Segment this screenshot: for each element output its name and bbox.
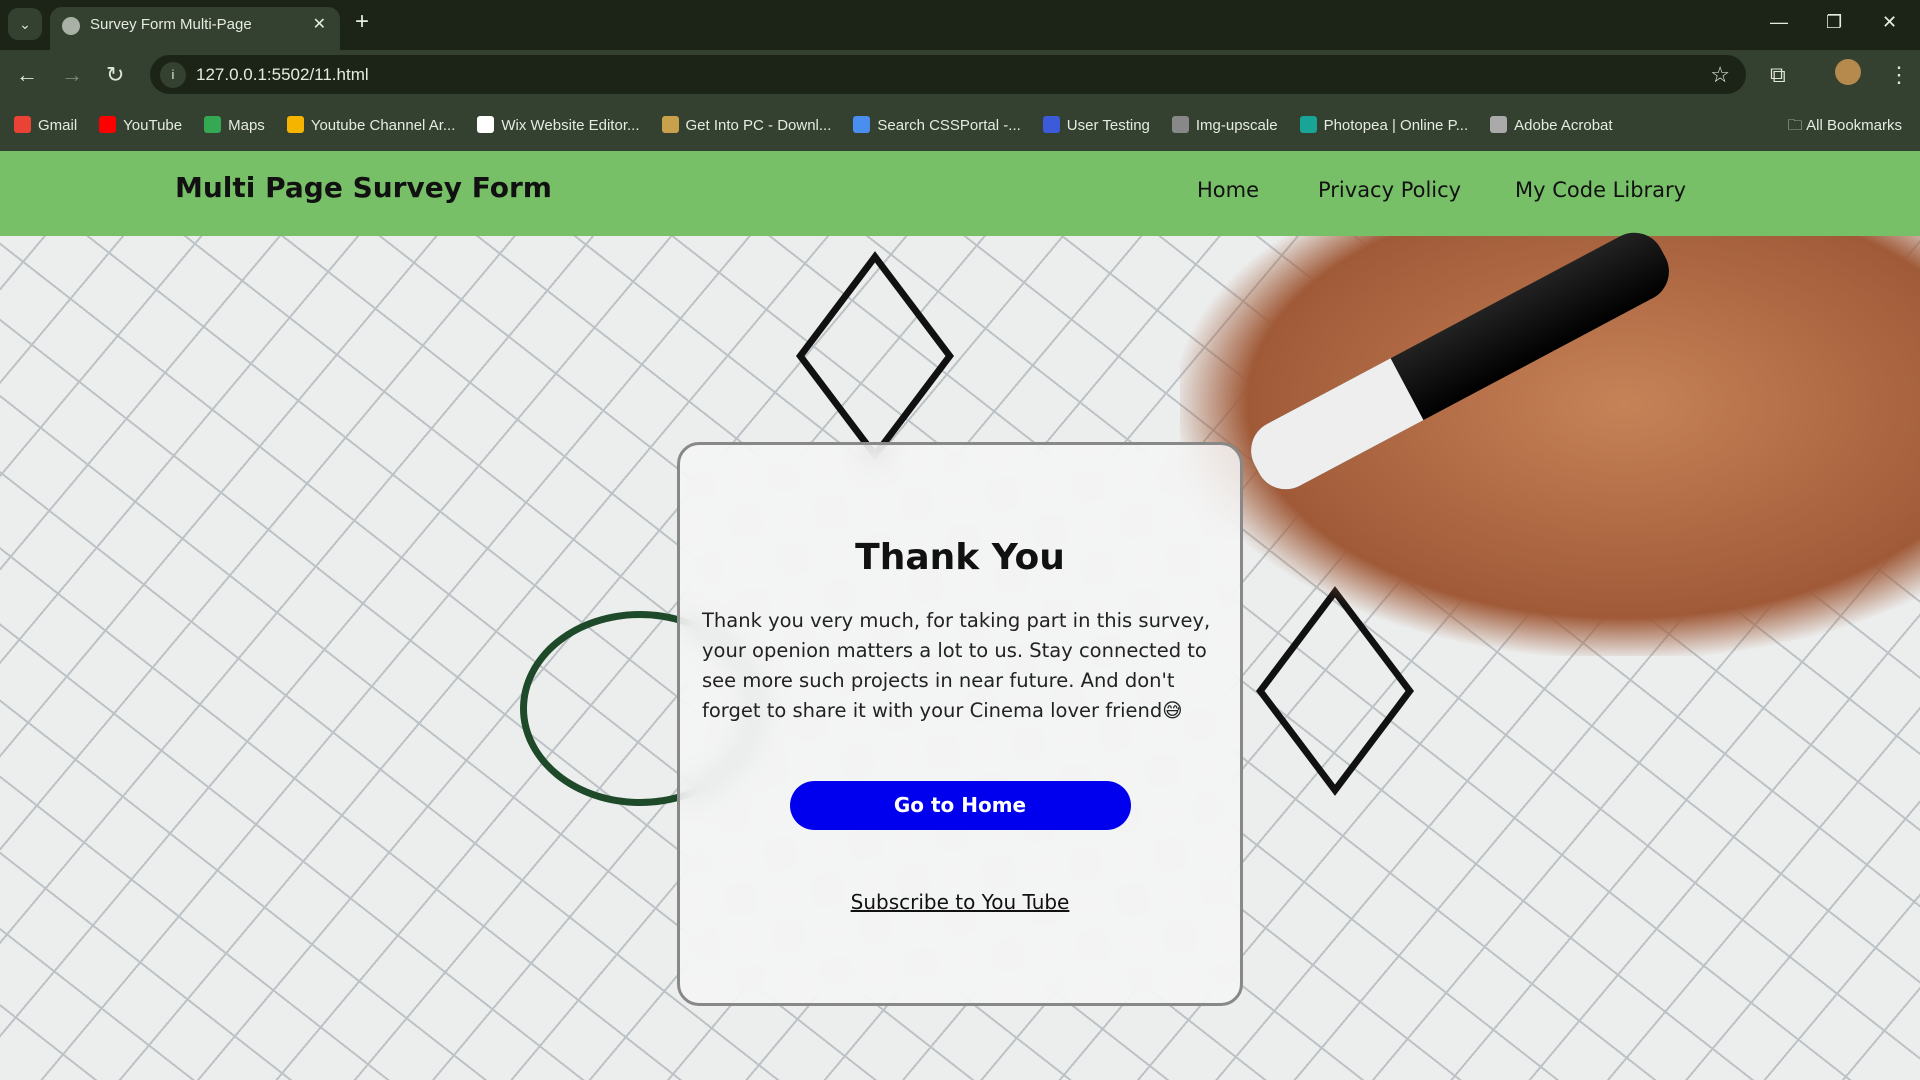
close-window-icon[interactable]: ✕ [1882,12,1897,33]
card-message: Thank you very much, for taking part in … [702,609,1211,722]
bookmark-favicon-icon [286,116,304,133]
bookmark-favicon-icon [477,116,495,133]
bookmark-label: Maps [228,117,265,134]
bookmark-favicon-icon [1171,116,1189,133]
forward-icon[interactable]: → [61,62,83,88]
reload-icon[interactable]: ↻ [106,62,124,88]
toolbar: ← → ↻ i 127.0.0.1:5502/11.html ☆ ⧉ ⋮ [0,50,1920,99]
tab-active[interactable]: Survey Form Multi-Page ✕ [50,7,340,50]
bookmark-favicon-icon [853,116,871,133]
bookmark-item[interactable]: Wix Website Editor... [477,116,640,134]
bookmark-star-icon[interactable]: ☆ [1710,55,1730,94]
bookmark-label: User Testing [1066,117,1150,134]
subscribe-link[interactable]: Subscribe to You Tube [851,890,1070,914]
address-bar[interactable]: i 127.0.0.1:5502/11.html ☆ [150,55,1746,94]
bookmark-item[interactable]: Maps [204,116,265,134]
bookmark-item[interactable]: User Testing [1042,116,1150,134]
site-brand: Multi Page Survey Form [175,171,552,204]
bookmark-item[interactable]: Gmail [14,116,77,134]
profile-avatar[interactable] [1835,59,1861,85]
bookmark-item[interactable]: Photopea | Online P... [1299,116,1469,134]
bookmark-label: Adobe Acrobat [1514,117,1613,134]
bookmark-favicon-icon [99,116,117,133]
bookmark-label: Gmail [38,117,78,134]
bookmark-label: YouTube [123,117,183,134]
bookmark-label: Get Into PC - Downl... [685,117,832,134]
bookmarks-bar: Gmail YouTube Maps Youtube Channel Ar... Wix… [0,99,1920,151]
card-title: Thank You [855,537,1065,578]
bookmark-favicon-icon [1042,116,1060,133]
bookmark-favicon-icon [1299,116,1317,133]
diamond-drawing [795,251,955,461]
bookmark-label: Photopea | Online P... [1323,117,1469,134]
bookmark-favicon-icon [14,116,31,133]
bookmark-item[interactable]: Search CSSPortal -... [853,116,1021,134]
bookmark-label: Youtube Channel Ar... [310,117,456,134]
bookmark-label: Search CSSPortal -... [877,117,1021,134]
nav-privacy-policy[interactable]: Privacy Policy [1318,178,1461,202]
menu-icon[interactable]: ⋮ [1888,62,1910,88]
new-tab-button[interactable]: + [355,8,369,36]
tab-title: Survey Form Multi-Page [90,16,252,33]
nav-my-code-library[interactable]: My Code Library [1515,178,1686,202]
thank-you-card: Thank You Thank you very much, for takin… [677,442,1243,1006]
bookmark-item[interactable]: YouTube [99,116,182,134]
url-text: 127.0.0.1:5502/11.html [196,65,369,84]
bookmark-favicon-icon [204,116,222,133]
bookmark-favicon-icon [1490,116,1508,133]
bookmark-label: Img-upscale [1195,117,1278,134]
all-bookmarks-label: All Bookmarks [1806,117,1902,134]
tab-bar: ⌄ Survey Form Multi-Page ✕ + — ❐ ✕ [0,0,1920,50]
bookmark-item[interactable]: Youtube Channel Ar... [286,116,456,134]
close-tab-icon[interactable]: ✕ [313,7,326,43]
bookmark-item[interactable]: Adobe Acrobat [1490,116,1613,134]
bookmark-item[interactable]: Img-upscale [1171,116,1278,134]
extensions-icon[interactable]: ⧉ [1770,62,1786,88]
site-info-icon[interactable]: i [160,62,186,88]
back-icon[interactable]: ← [16,62,38,88]
bookmark-label: Wix Website Editor... [501,117,640,134]
site-header: Multi Page Survey Form Home Privacy Poli… [0,151,1920,236]
tab-search-button[interactable]: ⌄ [8,8,42,40]
bookmark-item[interactable]: Get Into PC - Downl... [661,116,832,134]
globe-icon [62,17,80,35]
minimize-icon[interactable]: — [1770,12,1788,33]
all-bookmarks[interactable]: 🗀 All Bookmarks [1788,115,1902,140]
nav-home[interactable]: Home [1197,178,1259,202]
restore-icon[interactable]: ❐ [1826,12,1842,33]
bookmark-favicon-icon [661,116,679,133]
go-to-home-button[interactable]: Go to Home [789,781,1131,830]
